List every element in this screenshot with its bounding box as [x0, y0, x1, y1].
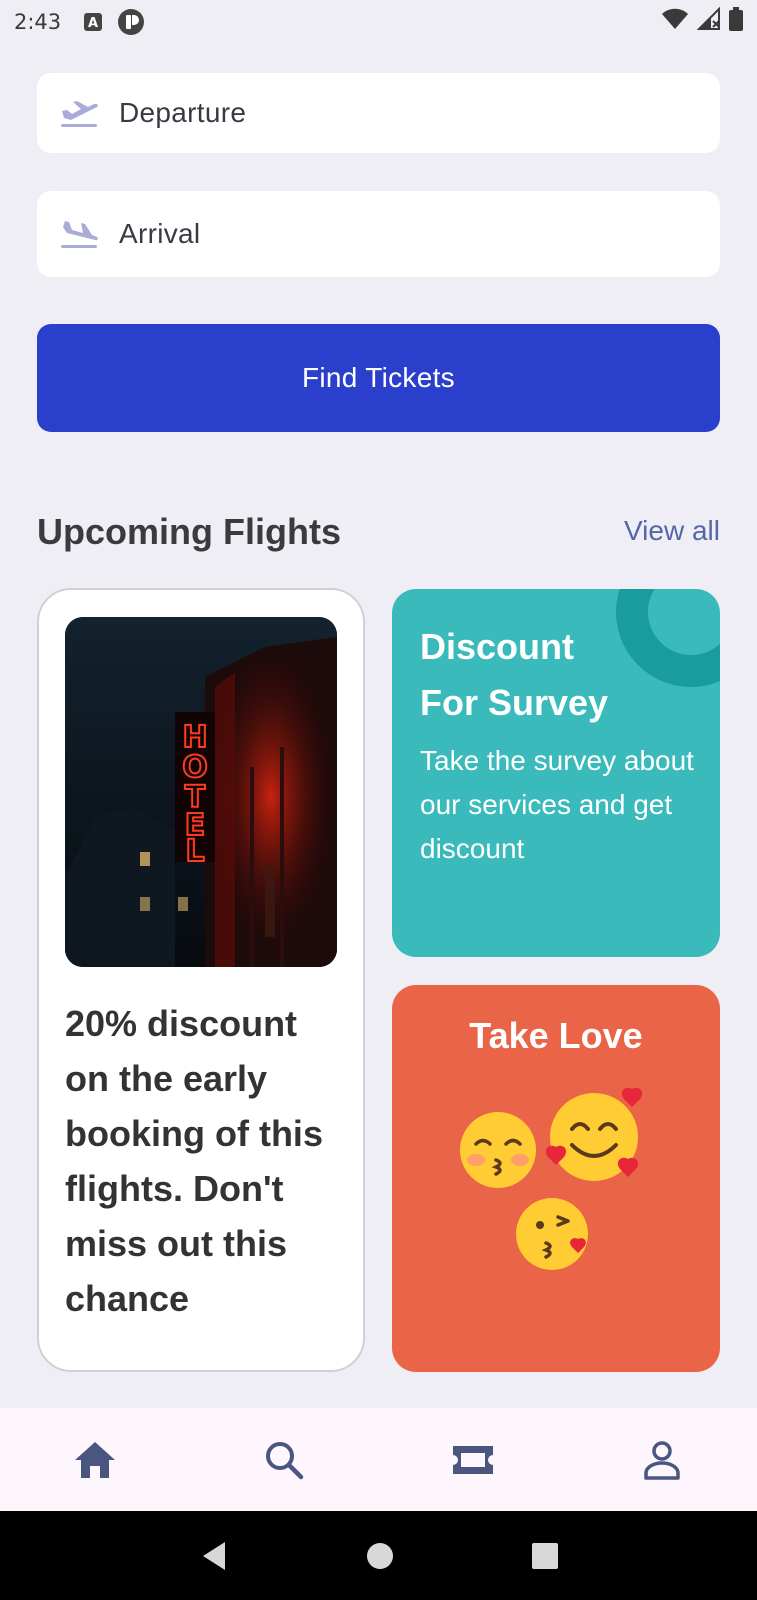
plane-landing-icon [61, 221, 98, 248]
profile-icon [644, 1440, 681, 1480]
departure-label: Departure [119, 97, 247, 128]
promo-card[interactable]: H O T E L 20% discount on the early book… [37, 588, 365, 1372]
find-tickets-button[interactable]: Find Tickets [37, 324, 720, 432]
home-icon [74, 1441, 115, 1478]
signal-icon [696, 6, 721, 37]
survey-title-line1: Discount [420, 626, 575, 667]
recents-icon[interactable] [531, 1542, 559, 1570]
search-icon [265, 1441, 304, 1479]
status-time: 2:43 [14, 10, 62, 34]
plane-takeoff-icon [61, 101, 98, 127]
app-notification-icon [117, 8, 145, 36]
system-navigation-bar [0, 1511, 757, 1600]
svg-text:L: L [185, 834, 204, 869]
face-blowing-kiss-icon [516, 1198, 588, 1270]
love-title: Take Love [469, 1015, 643, 1056]
view-all-link[interactable]: View all [624, 515, 720, 547]
nav-profile[interactable] [568, 1440, 757, 1480]
survey-card[interactable]: Discount For Survey Take the survey abou… [392, 589, 720, 957]
nav-tickets[interactable] [379, 1443, 568, 1477]
bottom-navigation [0, 1408, 757, 1511]
love-card[interactable]: Take Love [392, 985, 720, 1372]
nav-search[interactable] [189, 1440, 378, 1480]
arrival-field[interactable]: Arrival [37, 191, 720, 277]
home-circle-icon[interactable] [366, 1542, 394, 1570]
wifi-icon [661, 8, 689, 36]
departure-field[interactable]: Departure [37, 73, 720, 153]
ticket-icon [453, 1445, 494, 1474]
battery-icon [729, 7, 743, 37]
survey-title-line2: For Survey [420, 682, 609, 723]
hotel-image: H O T E L [65, 617, 337, 967]
svg-text:A: A [88, 16, 98, 31]
upcoming-flights-title: Upcoming Flights [37, 511, 341, 552]
status-bar: 2:43 A [0, 0, 757, 44]
survey-title: Discount For Survey [420, 619, 670, 731]
smiling-face-hearts-icon [545, 1087, 643, 1181]
keyboard-a-icon: A [83, 12, 103, 32]
survey-body: Take the survey about our services and g… [420, 745, 694, 864]
nav-home[interactable] [0, 1440, 189, 1480]
arrival-label: Arrival [119, 218, 201, 249]
kissing-face-icon [460, 1112, 536, 1188]
back-icon[interactable] [199, 1540, 229, 1572]
promo-description: 20% discount on the early booking of thi… [65, 1003, 323, 1319]
